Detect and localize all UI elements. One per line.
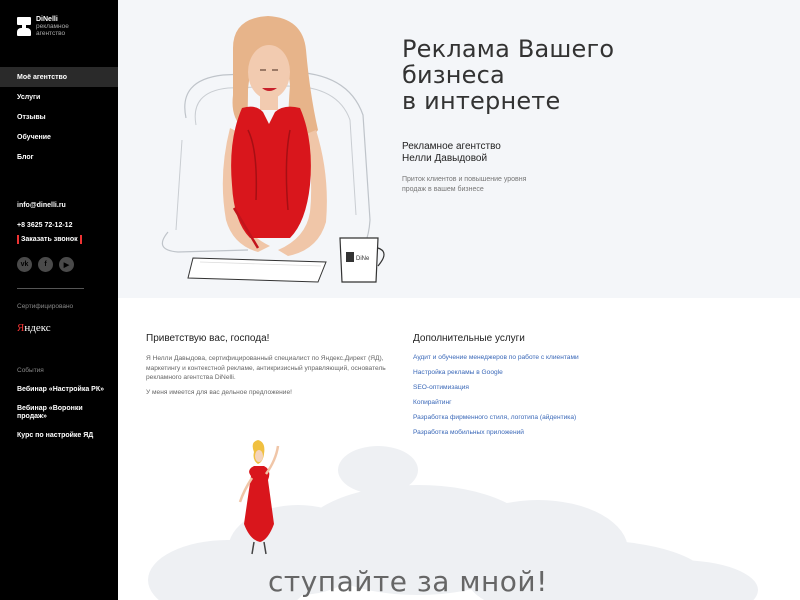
- greeting-text: Я Нелли Давыдова, сертифицированный спец…: [146, 355, 386, 381]
- service-link[interactable]: Настройка рекламы в Google: [413, 369, 673, 384]
- nav-item-blog[interactable]: Блог: [0, 147, 118, 167]
- services-section: Дополнительные услуги Аудит и обучение м…: [413, 333, 673, 444]
- certified-label: Сертифицировано: [17, 303, 74, 310]
- logo-sub-2: агентство: [36, 30, 66, 37]
- yandex-logo: Яндекс: [17, 322, 51, 334]
- events-label: События: [17, 367, 44, 374]
- social-links: vk f ▶: [17, 257, 74, 272]
- logo-sub-1: рекламное: [36, 23, 69, 30]
- service-link[interactable]: Аудит и обучение менеджеров по работе с …: [413, 354, 673, 369]
- service-link[interactable]: Копирайтинг: [413, 399, 673, 414]
- request-call-button[interactable]: Заказать звонок: [17, 235, 82, 244]
- sidebar-nav: Моё агентство Услуги Отзывы Обучение Бло…: [0, 67, 118, 167]
- phone-link[interactable]: +8 3625 72-12-12: [17, 215, 72, 235]
- logo-mark-icon: [17, 17, 31, 37]
- yandex-logo-rest: ндекс: [24, 322, 51, 334]
- event-item[interactable]: Курс по настройке ЯД: [17, 432, 112, 441]
- hero-description-line1: Приток клиентов и повышение уровня: [402, 176, 527, 183]
- nav-item-agency[interactable]: Моё агентство: [0, 67, 118, 87]
- email-link[interactable]: info@dinelli.ru: [17, 195, 72, 215]
- hero-illustration: DiNe: [161, 16, 385, 283]
- youtube-icon[interactable]: ▶: [59, 257, 74, 272]
- service-link[interactable]: SEO-оптимизация: [413, 384, 673, 399]
- sidebar-divider: [17, 288, 84, 289]
- event-item[interactable]: Вебинар «Воронки продаж»: [17, 405, 112, 422]
- vk-icon[interactable]: vk: [17, 257, 32, 272]
- mug-logo-text: DiNe: [356, 256, 370, 262]
- logo[interactable]: DiNelli рекламное агентство: [17, 16, 69, 37]
- facebook-icon[interactable]: f: [38, 257, 53, 272]
- greeting-section: Приветствую вас, господа! Я Нелли Давыдо…: [146, 333, 396, 402]
- hero-title-line3: в интернете: [402, 87, 561, 115]
- hero-title: Реклама Вашего бизнеса в интернете: [402, 36, 662, 114]
- hero-title-line2: бизнеса: [402, 61, 505, 89]
- event-item[interactable]: Вебинар «Настройка РК»: [17, 386, 112, 395]
- follow-heading: ступайте за мной!: [268, 565, 548, 598]
- events-list: Вебинар «Настройка РК» Вебинар «Воронки …: [17, 386, 112, 450]
- hero-banner: DiNe Реклама Вашего бизнеса в интернете …: [118, 0, 800, 298]
- hero-title-line1: Реклама Вашего: [402, 35, 615, 63]
- contacts: info@dinelli.ru +8 3625 72-12-12: [17, 195, 72, 235]
- greeting-offer: У меня имеется для вас дельное предложен…: [146, 388, 292, 396]
- hero-subtitle: Рекламное агентство Нелли Давыдовой: [402, 141, 602, 165]
- service-link[interactable]: Разработка фирменного стиля, логотипа (а…: [413, 414, 673, 429]
- hero-description: Приток клиентов и повышение уровня прода…: [402, 175, 572, 194]
- nav-item-reviews[interactable]: Отзывы: [0, 107, 118, 127]
- services-title: Дополнительные услуги: [413, 333, 525, 344]
- hero-subtitle-line1: Рекламное агентство: [402, 141, 501, 152]
- greeting-title: Приветствую вас, господа!: [146, 333, 270, 344]
- nav-item-training[interactable]: Обучение: [0, 127, 118, 147]
- page: DiNelli рекламное агентство Моё агентств…: [0, 0, 800, 600]
- hero-description-line2: продаж в вашем бизнесе: [402, 185, 484, 193]
- logo-name: DiNelli: [36, 16, 58, 23]
- hero-subtitle-line2: Нелли Давыдовой: [402, 153, 488, 164]
- nav-item-services[interactable]: Услуги: [0, 87, 118, 107]
- sidebar: DiNelli рекламное агентство Моё агентств…: [0, 0, 118, 600]
